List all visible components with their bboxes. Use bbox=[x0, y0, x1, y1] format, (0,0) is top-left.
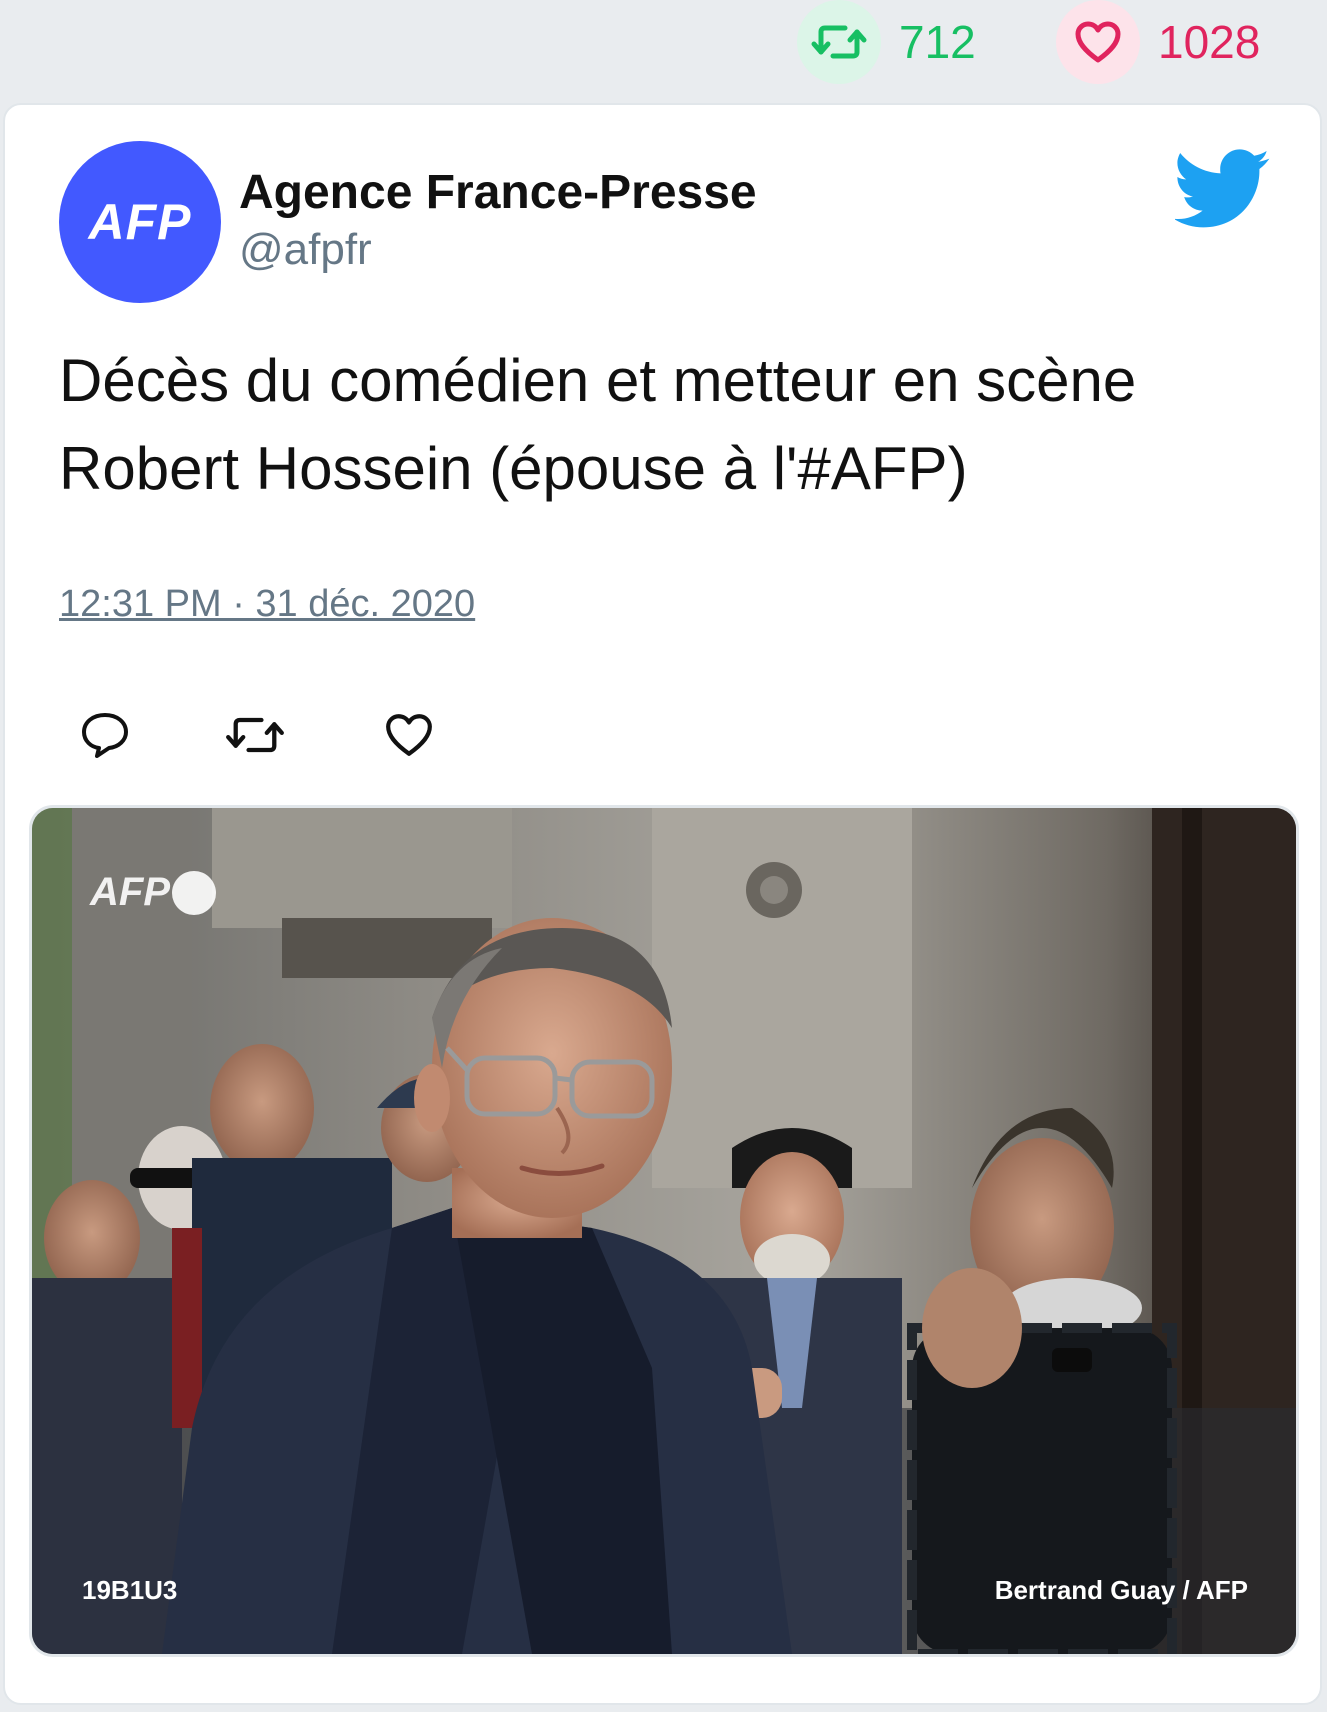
photo-id: 19B1U3 bbox=[82, 1575, 178, 1605]
retweet-icon bbox=[797, 0, 881, 84]
like-count: 1028 bbox=[1158, 16, 1261, 68]
reply-button[interactable] bbox=[73, 703, 137, 767]
retweet-icon bbox=[226, 717, 284, 753]
tweet-text: Décès du comédien et metteur en scène Ro… bbox=[59, 347, 1137, 502]
author-name[interactable]: Agence France-Presse bbox=[239, 165, 757, 220]
photo-image bbox=[32, 808, 1296, 1654]
retweet-count: 712 bbox=[899, 16, 976, 68]
author-handle[interactable]: @afpfr bbox=[239, 225, 372, 275]
like-button[interactable] bbox=[377, 703, 441, 767]
photo-credit: Bertrand Guay / AFP bbox=[994, 1575, 1248, 1605]
like-count-stat[interactable]: 1028 bbox=[1056, 0, 1260, 84]
retweet-button[interactable] bbox=[223, 703, 287, 767]
avatar[interactable]: AFP bbox=[59, 141, 221, 303]
heart-icon bbox=[1056, 0, 1140, 84]
tweet-photo[interactable]: AFP 19B1U3 Bertrand Guay / AFP bbox=[29, 805, 1299, 1657]
tweet-card: AFP Agence France-Presse @afpfr Décès du… bbox=[3, 103, 1322, 1705]
tweet-timestamp-link[interactable]: 12:31 PM · 31 déc. 2020 bbox=[59, 583, 475, 626]
photo-logo-dot bbox=[172, 870, 216, 915]
retweet-count-stat[interactable]: 712 bbox=[797, 0, 976, 84]
reply-icon bbox=[82, 713, 128, 758]
top-stats-bar: 712 1028 bbox=[0, 0, 1327, 100]
photo-afp-watermark: AFP bbox=[90, 870, 216, 915]
avatar-logo-text: AFP bbox=[88, 194, 192, 250]
heart-icon bbox=[386, 714, 432, 756]
twitter-bird-icon[interactable] bbox=[1175, 149, 1271, 229]
photo-logo-text: AFP bbox=[90, 870, 170, 914]
